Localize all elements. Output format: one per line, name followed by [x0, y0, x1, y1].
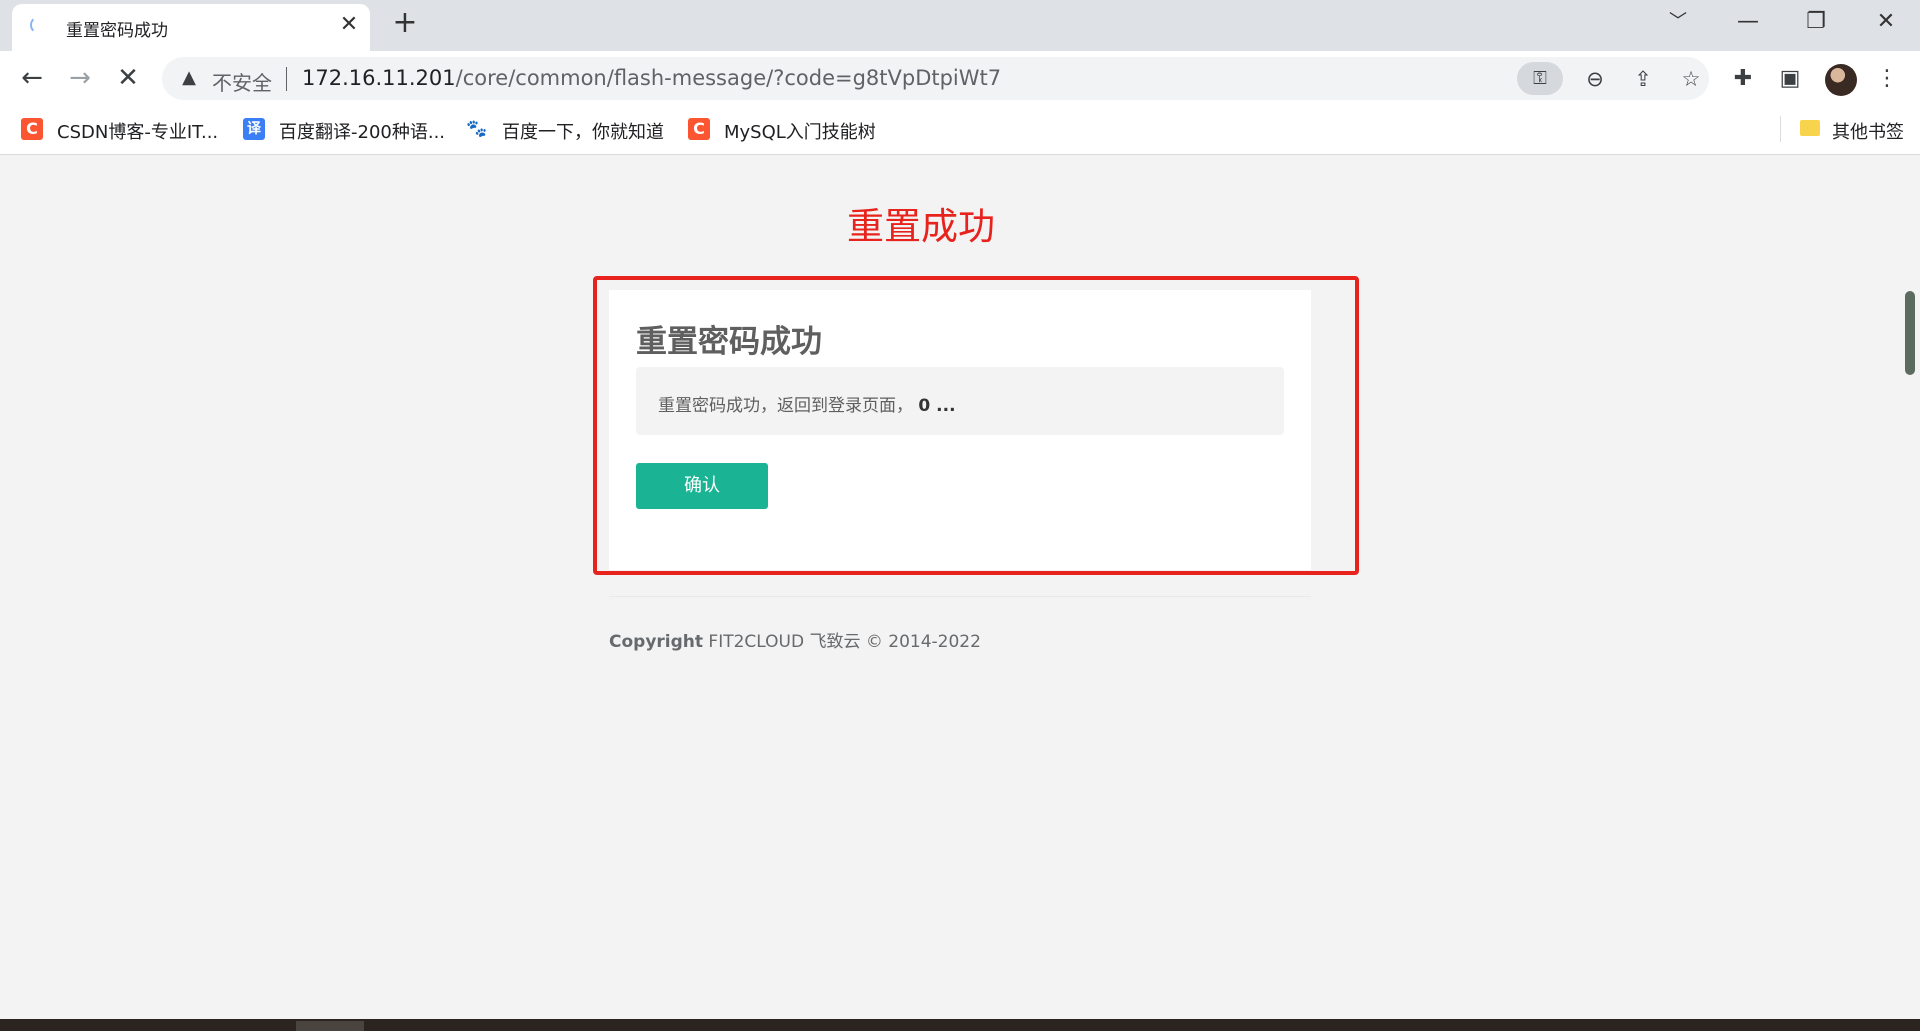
csdn-logo-icon: C	[688, 118, 710, 140]
copyright-lead: Copyright	[609, 632, 704, 652]
browser-tab[interactable]: 重置密码成功 ✕	[12, 4, 370, 51]
close-window-button[interactable]: ✕	[1864, 8, 1908, 36]
translate-icon: 译	[243, 118, 265, 140]
message-panel: 重置密码成功，返回到登录页面， 0 ...	[636, 367, 1284, 435]
bookmark-label: CSDN博客-专业IT...	[57, 122, 219, 143]
new-tab-button[interactable]: +	[390, 8, 420, 39]
url-host: 172.16.11.201	[302, 66, 456, 90]
extensions-puzzle-icon[interactable]: ✚	[1728, 64, 1758, 94]
scrollbar-thumb[interactable]	[1905, 291, 1915, 375]
os-taskbar	[0, 1019, 1920, 1031]
redirect-message: 重置密码成功，返回到登录页面， 0 ...	[658, 391, 956, 416]
page-heading: 重置成功	[847, 205, 995, 248]
baidu-paw-icon: 🐾	[466, 119, 488, 139]
tab-strip: 重置密码成功 ✕ + ﹀ — ❐ ✕	[0, 0, 1920, 51]
tab-title: 重置密码成功	[66, 21, 168, 41]
omnibox-divider	[286, 67, 287, 91]
loading-spinner-icon	[30, 16, 48, 34]
footer-divider	[609, 596, 1311, 597]
bookmarks-divider	[1780, 116, 1781, 142]
card-title: 重置密码成功	[636, 324, 822, 360]
bookmark-star-icon[interactable]: ☆	[1678, 66, 1704, 92]
bookmarks-bar: C CSDN博客-专业IT... 译 百度翻译-200种语... 🐾 百度一下，…	[0, 106, 1920, 155]
reset-success-card: 重置密码成功 重置密码成功，返回到登录页面， 0 ... 确认	[609, 290, 1311, 570]
address-bar[interactable]: ▲ 不安全 172.16.11.201/core/common/flash-me…	[162, 57, 1709, 100]
password-key-icon[interactable]: ⚿	[1517, 62, 1563, 95]
share-icon[interactable]: ⇪	[1630, 66, 1656, 92]
other-bookmarks-label: 其他书签	[1832, 122, 1904, 143]
copyright-text: FIT2CLOUD 飞致云 © 2014-2022	[703, 632, 981, 652]
stop-loading-button[interactable]: ✕	[112, 63, 144, 95]
countdown: 0 ...	[918, 396, 956, 416]
security-label[interactable]: 不安全	[212, 67, 272, 96]
message-text: 重置密码成功，返回到登录页面，	[658, 396, 913, 416]
bookmark-label: 百度翻译-200种语...	[279, 122, 446, 143]
bookmark-label: MySQL入门技能树	[724, 122, 876, 143]
folder-icon	[1800, 120, 1820, 136]
minimize-button[interactable]: —	[1726, 8, 1770, 36]
forward-button[interactable]: →	[64, 63, 96, 95]
url-text[interactable]: 172.16.11.201/core/common/flash-message/…	[302, 66, 1001, 90]
side-panel-icon[interactable]: ▣	[1775, 64, 1805, 94]
tab-close-icon[interactable]: ✕	[338, 14, 360, 36]
menu-kebab-icon[interactable]: ⋮	[1872, 64, 1902, 94]
tab-search-icon[interactable]: ﹀	[1656, 8, 1700, 36]
back-button[interactable]: ←	[16, 63, 48, 95]
csdn-logo-icon: C	[21, 118, 43, 140]
taskbar-item[interactable]	[296, 1021, 364, 1031]
copyright-footer: Copyright FIT2CLOUD 飞致云 © 2014-2022	[609, 627, 981, 652]
restore-button[interactable]: ❐	[1794, 8, 1838, 36]
url-path: /core/common/flash-message/?code=g8tVpDt…	[455, 66, 1002, 90]
confirm-button[interactable]: 确认	[636, 463, 768, 509]
warning-icon[interactable]: ▲	[178, 67, 200, 89]
browser-toolbar: ← → ✕ ▲ 不安全 172.16.11.201/core/common/fl…	[0, 51, 1920, 106]
bookmark-label: 百度一下，你就知道	[502, 122, 664, 143]
zoom-icon[interactable]: ⊖	[1582, 66, 1608, 92]
profile-avatar[interactable]	[1825, 64, 1857, 96]
